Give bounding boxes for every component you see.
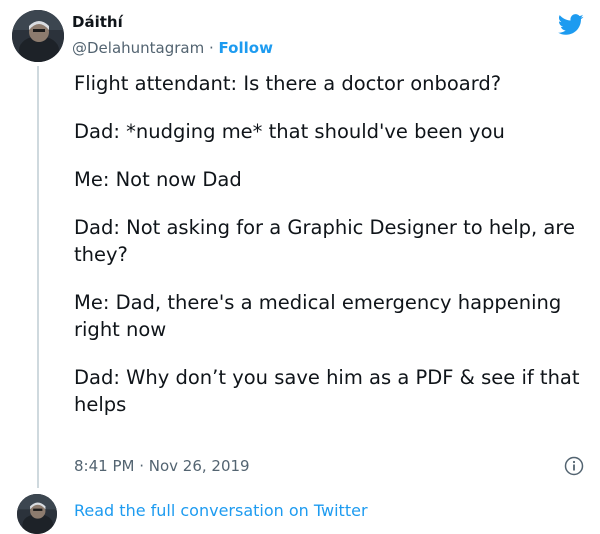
author-avatar[interactable] [12,10,64,62]
follow-button[interactable]: Follow [219,39,273,57]
author-handle-row: @Delahuntagram · Follow [72,38,273,58]
thread-connector-line [37,66,39,488]
author-display-name[interactable]: Dáithí [72,12,273,32]
author-avatar-small[interactable] [17,494,57,534]
handle-separator: · [204,39,219,57]
tweet-line: Dad: Why don’t you save him as a PDF & s… [74,366,580,416]
twitter-bird-icon[interactable] [558,14,584,36]
read-full-conversation-link[interactable]: Read the full conversation on Twitter [74,500,368,522]
tweet-line: Flight attendant: Is there a doctor onbo… [74,72,502,95]
tweet-line: Me: Not now Dad [74,168,242,191]
tweet-header: Dáithí @Delahuntagram · Follow [72,12,273,58]
tweet-line: Dad: Not asking for a Graphic Designer t… [74,216,575,266]
info-icon[interactable] [564,456,584,476]
tweet-text: Flight attendant: Is there a doctor onbo… [74,70,584,439]
tweet-line: Dad: *nudging me* that should've been yo… [74,120,505,143]
author-handle[interactable]: @Delahuntagram [72,39,204,57]
tweet-line: Me: Dad, there's a medical emergency hap… [74,291,562,341]
tweet-timestamp[interactable]: 8:41 PM · Nov 26, 2019 [74,457,250,475]
tweet-meta: 8:41 PM · Nov 26, 2019 [74,456,584,476]
